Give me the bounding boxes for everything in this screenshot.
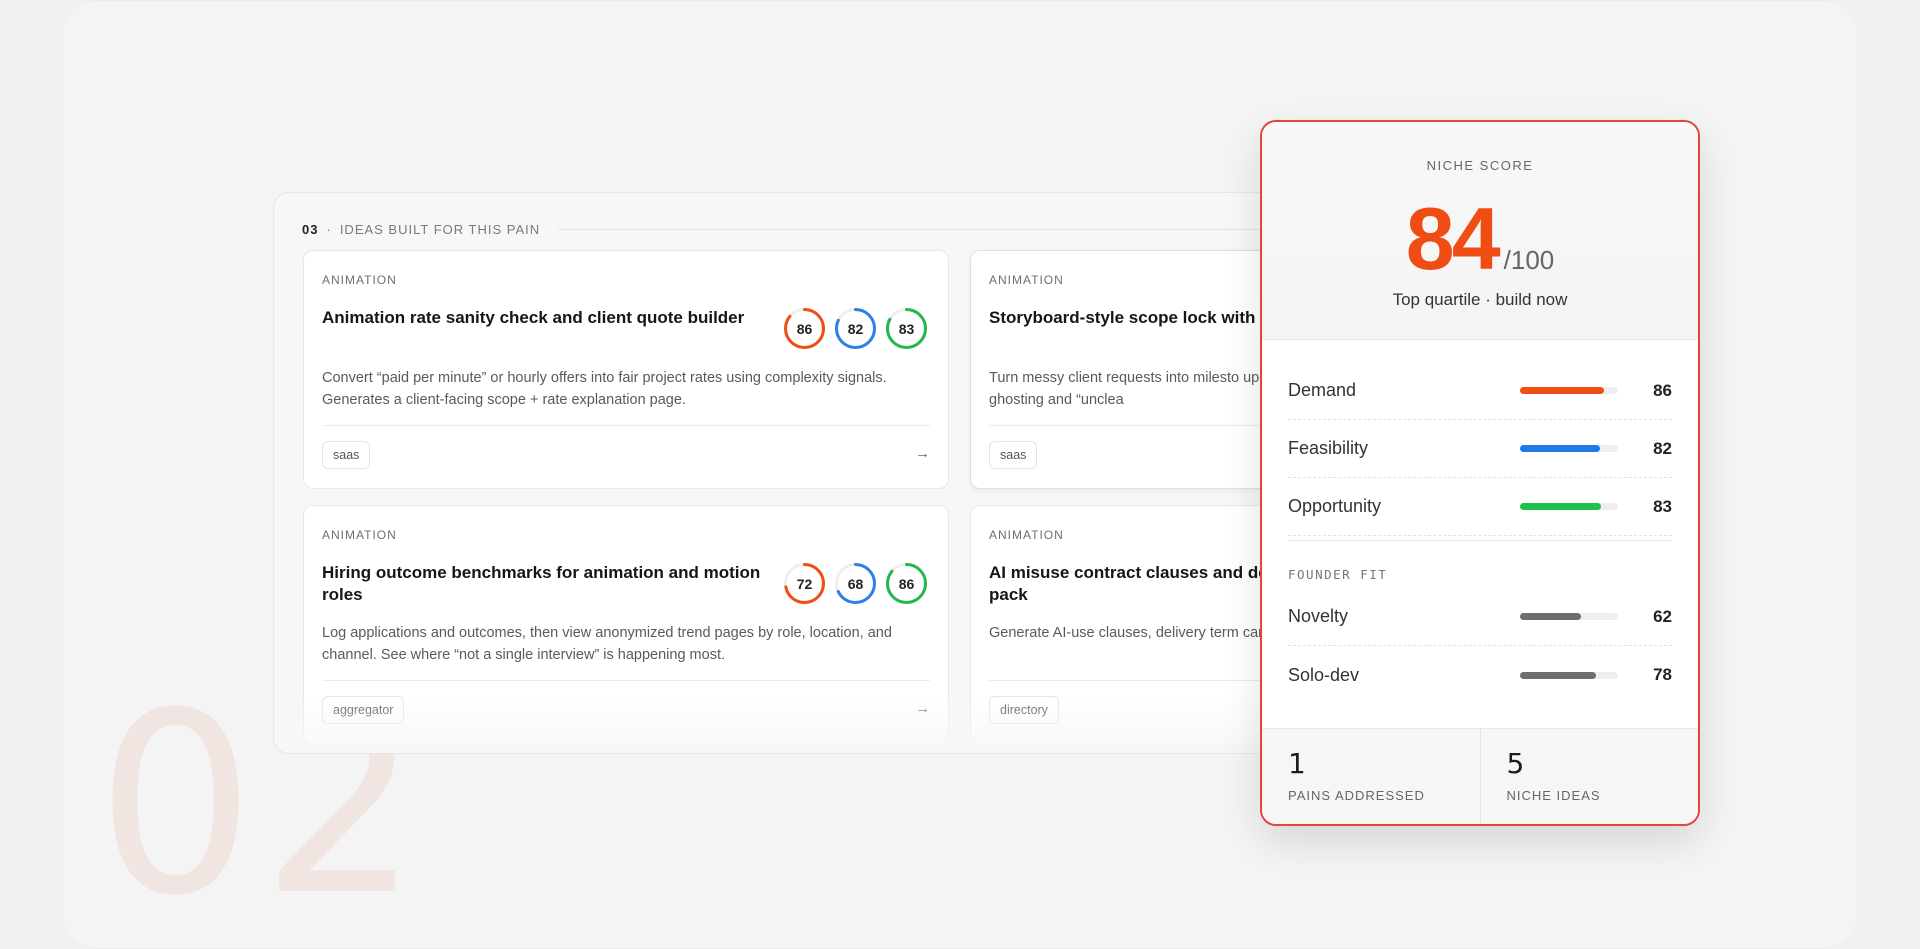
metric-row-feasibility: Feasibility 82: [1288, 420, 1672, 478]
arrow-right-icon[interactable]: →: [915, 445, 930, 462]
card-tag[interactable]: directory: [989, 696, 1059, 724]
metric-bar-fill: [1520, 613, 1581, 620]
stat-label: PAINS ADDRESSED: [1288, 788, 1425, 803]
metric-row-novelty: Novelty 62: [1288, 588, 1672, 646]
card-category: ANIMATION: [989, 528, 1064, 542]
score-max: /100: [1503, 245, 1555, 275]
card-category: ANIMATION: [989, 273, 1064, 287]
score-header: NICHE SCORE 84/100 Top quartile · build …: [1262, 122, 1698, 340]
card-title: Storyboard-style scope lock with: [989, 308, 1256, 327]
score-ring-value: 82: [847, 320, 864, 337]
stat-label: NICHE IDEAS: [1506, 788, 1601, 803]
card-divider: [322, 680, 930, 681]
ideas-panel: 03 · IDEAS BUILT FOR THIS PAIN ANIMATION…: [273, 192, 1313, 754]
metric-value: 62: [1653, 606, 1672, 626]
card-tag[interactable]: saas: [989, 441, 1038, 469]
score-rings: 72 68 86: [783, 562, 928, 605]
card-category: ANIMATION: [322, 528, 397, 542]
founder-fit-label: FOUNDER FIT: [1288, 567, 1388, 582]
card-tag[interactable]: aggregator: [322, 696, 405, 724]
main-metrics: Demand 86 Feasibility 82 Opportunity 83: [1288, 362, 1672, 536]
stat-pains: 1 PAINS ADDRESSED: [1262, 729, 1480, 824]
metric-name: Demand: [1288, 380, 1357, 400]
stats-row: 1 PAINS ADDRESSED 5 NICHE IDEAS: [1262, 728, 1698, 824]
stat-value: 5: [1506, 747, 1525, 780]
metric-name: Novelty: [1288, 606, 1349, 626]
card-description: Convert “paid per minute” or hourly offe…: [322, 370, 887, 408]
score-ring: 68: [834, 562, 877, 605]
metric-row-demand: Demand 86: [1288, 362, 1672, 420]
metric-bar-track: [1520, 613, 1618, 620]
metric-bar-track: [1520, 503, 1618, 510]
section-title: IDEAS BUILT FOR THIS PAIN: [339, 221, 541, 237]
card-title: AI misuse contract clauses and de pack: [989, 563, 1268, 604]
section-number: 03: [302, 221, 319, 237]
score-ring: 82: [834, 307, 877, 350]
metric-value: 86: [1653, 380, 1672, 400]
metric-bar-track: [1520, 445, 1618, 452]
score-label: NICHE SCORE: [1426, 158, 1534, 173]
card-tag[interactable]: saas: [322, 441, 371, 469]
metric-bar-fill: [1520, 671, 1597, 679]
card-description: Log applications and outcomes, then view…: [322, 625, 892, 663]
metric-name: Solo-dev: [1288, 664, 1360, 685]
score-ring: 83: [885, 307, 928, 350]
metric-value: 78: [1653, 665, 1672, 684]
score-ring-value: 86: [796, 320, 813, 337]
section-separator: ·: [326, 221, 332, 237]
score-ring-value: 86: [898, 575, 915, 592]
card-divider: [322, 425, 930, 426]
niche-score-card: NICHE SCORE 84/100 Top quartile · build …: [1260, 120, 1700, 826]
score-ring-value: 83: [898, 320, 915, 337]
metric-bar-fill: [1520, 445, 1601, 452]
metric-value: 83: [1653, 496, 1672, 516]
metric-name: Feasibility: [1288, 438, 1369, 458]
metric-bar-track: [1520, 387, 1618, 394]
score-ring: 86: [783, 307, 826, 350]
section-header: 03 · IDEAS BUILT FOR THIS PAIN: [302, 219, 1312, 239]
idea-card-rate-check[interactable]: ANIMATION Animation rate sanity check an…: [303, 250, 949, 489]
metric-row-opportunity: Opportunity 83: [1288, 478, 1672, 536]
score-ring: 86: [885, 562, 928, 605]
stat-ideas: 5 NICHE IDEAS: [1479, 729, 1699, 824]
metric-bar-track: [1520, 671, 1618, 679]
score-ring-value: 68: [847, 575, 864, 592]
metric-name: Opportunity: [1288, 496, 1382, 516]
fit-divider: [1288, 540, 1672, 541]
metrics-list: Demand 86 Feasibility 82 Opportunity 83 FOUND…: [1288, 362, 1672, 704]
score-value: 84: [1405, 189, 1501, 288]
metric-bar-fill: [1520, 503, 1602, 510]
section-rule: [558, 228, 1312, 230]
score-ring-value: 72: [796, 575, 813, 592]
card-title: Animation rate sanity check and client q…: [322, 308, 745, 327]
score-ring: 72: [783, 562, 826, 605]
idea-card-hiring-benchmarks[interactable]: ANIMATION Hiring outcome benchmarks for …: [303, 505, 949, 745]
score-value-row: 84/100: [1262, 188, 1698, 290]
metric-bar-fill: [1520, 387, 1605, 394]
score-subtitle: Top quartile · build now: [1392, 290, 1568, 309]
metric-row-solo-dev: Solo-dev 78: [1288, 646, 1672, 704]
metric-value: 82: [1653, 438, 1672, 458]
score-rings: 86 82 83: [783, 307, 928, 350]
card-title: Hiring outcome benchmarks for animation …: [322, 563, 761, 604]
founder-fit-metrics: Novelty 62 Solo-dev 78: [1288, 588, 1672, 704]
card-category: ANIMATION: [322, 273, 397, 287]
stat-value: 1: [1288, 747, 1306, 780]
arrow-right-icon[interactable]: →: [915, 700, 930, 717]
